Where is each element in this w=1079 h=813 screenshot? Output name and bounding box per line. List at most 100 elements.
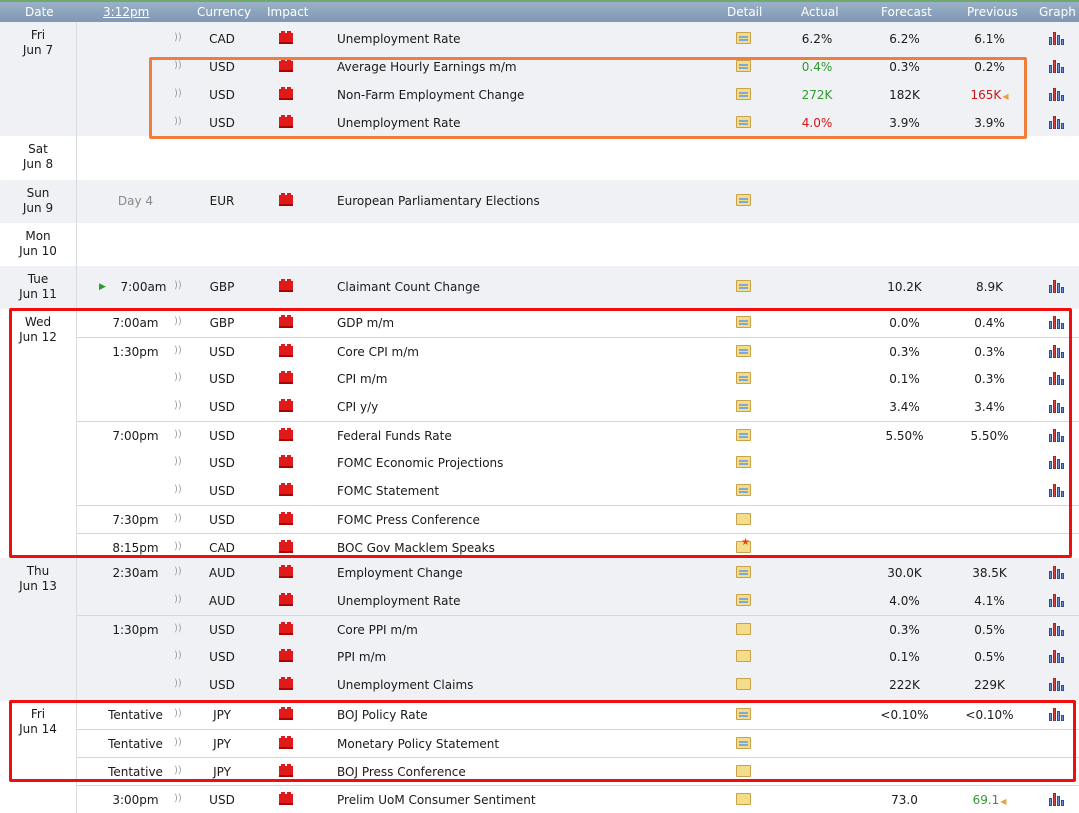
bar-chart-icon[interactable]	[1048, 707, 1064, 721]
speaker-icon[interactable]: ))	[174, 428, 188, 442]
folder-icon[interactable]	[736, 400, 751, 412]
bar-chart-icon[interactable]	[1048, 649, 1064, 663]
bar-chart-icon[interactable]	[1048, 593, 1064, 607]
event-row[interactable]: )) USD CPI y/y 3.4% 3.4%	[77, 393, 1079, 421]
speaker-icon[interactable]: ))	[174, 764, 188, 778]
folder-icon[interactable]	[736, 316, 751, 328]
folder-icon[interactable]	[736, 484, 751, 496]
event-title[interactable]: FOMC Statement	[337, 484, 439, 498]
event-row[interactable]: )) USD Average Hourly Earnings m/m 0.4% 0.3%…	[77, 53, 1079, 81]
bar-chart-icon[interactable]	[1048, 31, 1064, 45]
speaker-icon[interactable]: ))	[174, 677, 188, 691]
folder-star-icon[interactable]	[736, 536, 751, 553]
event-title[interactable]: Average Hourly Earnings m/m	[337, 60, 517, 74]
folder-plain-icon[interactable]	[736, 678, 751, 690]
event-title[interactable]: BOJ Press Conference	[337, 765, 466, 779]
speaker-icon[interactable]: ))	[174, 59, 188, 73]
folder-plain-icon[interactable]	[736, 513, 751, 525]
event-title[interactable]: Employment Change	[337, 566, 463, 580]
event-row[interactable]: 2:30am)) AUD Employment Change 30.0K 38.5K	[77, 559, 1079, 587]
header-current-time[interactable]: 3:12pm	[103, 5, 149, 19]
speaker-icon[interactable]: ))	[174, 399, 188, 413]
event-title[interactable]: CPI m/m	[337, 372, 387, 386]
folder-icon[interactable]	[736, 737, 751, 749]
bar-chart-icon[interactable]	[1048, 428, 1064, 442]
speaker-icon[interactable]: ))	[174, 115, 188, 129]
event-row[interactable]: )) USD Unemployment Rate 4.0% 3.9% 3.9%	[77, 109, 1079, 137]
event-row[interactable]: )) USD FOMC Economic Projections	[77, 449, 1079, 477]
event-title[interactable]: GDP m/m	[337, 316, 394, 330]
speaker-icon[interactable]: ))	[174, 707, 188, 721]
event-title[interactable]: PPI m/m	[337, 650, 386, 664]
bar-chart-icon[interactable]	[1048, 344, 1064, 358]
event-row[interactable]: )) AUD Unemployment Rate 4.0% 4.1%	[77, 587, 1079, 615]
event-title[interactable]: BOJ Policy Rate	[337, 708, 428, 722]
revised-flag-icon[interactable]: ◀	[1002, 92, 1008, 101]
event-row[interactable]: Tentative)) JPY BOJ Press Conference	[77, 757, 1079, 786]
folder-icon[interactable]	[736, 345, 751, 357]
folder-icon[interactable]	[736, 116, 751, 128]
event-title[interactable]: Non-Farm Employment Change	[337, 88, 524, 102]
bar-chart-icon[interactable]	[1048, 677, 1064, 691]
event-row[interactable]: 7:00pm)) USD Federal Funds Rate 5.50% 5.50%	[77, 421, 1079, 450]
speaker-icon[interactable]: ))	[174, 512, 188, 526]
bar-chart-icon[interactable]	[1048, 483, 1064, 497]
event-row[interactable]: )) CAD Unemployment Rate 6.2% 6.2% 6.1%	[77, 25, 1079, 53]
event-row[interactable]: Tentative)) JPY Monetary Policy Statement	[77, 729, 1079, 758]
bar-chart-icon[interactable]	[1048, 115, 1064, 129]
folder-icon[interactable]	[736, 429, 751, 441]
bar-chart-icon[interactable]	[1048, 455, 1064, 469]
folder-plain-icon[interactable]	[736, 765, 751, 777]
speaker-icon[interactable]: ))	[174, 483, 188, 497]
event-title[interactable]: Unemployment Claims	[337, 678, 473, 692]
revised-flag-icon[interactable]: ◀	[1000, 797, 1006, 806]
folder-icon[interactable]	[736, 280, 751, 292]
event-row[interactable]: )) USD Non-Farm Employment Change 272K 182K 1…	[77, 81, 1079, 109]
bar-chart-icon[interactable]	[1048, 622, 1064, 636]
folder-icon[interactable]	[736, 32, 751, 44]
event-row[interactable]: 1:30pm)) USD Core PPI m/m 0.3% 0.5%	[77, 615, 1079, 644]
folder-icon[interactable]	[736, 194, 751, 206]
speaker-icon[interactable]: ))	[174, 315, 188, 329]
folder-icon[interactable]	[736, 566, 751, 578]
event-row[interactable]: 7:00am)) GBP GDP m/m 0.0% 0.4%	[77, 309, 1079, 337]
folder-icon[interactable]	[736, 372, 751, 384]
speaker-icon[interactable]: ))	[174, 736, 188, 750]
event-title[interactable]: FOMC Press Conference	[337, 513, 480, 527]
folder-icon[interactable]	[736, 456, 751, 468]
event-title[interactable]: Monetary Policy Statement	[337, 737, 499, 751]
event-row[interactable]: Day 4 EUR European Parliamentary Elections	[77, 187, 1079, 215]
bar-chart-icon[interactable]	[1048, 279, 1064, 293]
speaker-icon[interactable]: ))	[174, 31, 188, 45]
speaker-icon[interactable]: ))	[174, 565, 188, 579]
event-title[interactable]: Federal Funds Rate	[337, 429, 452, 443]
event-title[interactable]: European Parliamentary Elections	[337, 194, 540, 208]
event-title[interactable]: Prelim UoM Consumer Sentiment	[337, 793, 536, 807]
event-row[interactable]: 7:00am ▶)) GBP Claimant Count Change 10.2K 8.…	[77, 273, 1079, 301]
folder-icon[interactable]	[736, 88, 751, 100]
event-row[interactable]: 3:00pm)) USD Prelim UoM Consumer Sentiment…	[77, 785, 1079, 813]
bar-chart-icon[interactable]	[1048, 565, 1064, 579]
event-row[interactable]: )) USD FOMC Statement	[77, 477, 1079, 505]
event-title[interactable]: Unemployment Rate	[337, 116, 461, 130]
folder-plain-icon[interactable]	[736, 650, 751, 662]
bar-chart-icon[interactable]	[1048, 315, 1064, 329]
folder-plain-icon[interactable]	[736, 623, 751, 635]
event-title[interactable]: BOC Gov Macklem Speaks	[337, 541, 495, 555]
event-title[interactable]: FOMC Economic Projections	[337, 456, 503, 470]
event-row[interactable]: )) USD PPI m/m 0.1% 0.5%	[77, 643, 1079, 671]
bar-chart-icon[interactable]	[1048, 792, 1064, 806]
folder-icon[interactable]	[736, 708, 751, 720]
event-title[interactable]: Unemployment Rate	[337, 32, 461, 46]
speaker-icon[interactable]: ))	[174, 279, 188, 293]
event-row[interactable]: )) USD CPI m/m 0.1% 0.3%	[77, 365, 1079, 393]
event-row[interactable]: 1:30pm)) USD Core CPI m/m 0.3% 0.3%	[77, 337, 1079, 366]
speaker-icon[interactable]: ))	[174, 622, 188, 636]
event-title[interactable]: Unemployment Rate	[337, 594, 461, 608]
event-title[interactable]: CPI y/y	[337, 400, 378, 414]
folder-icon[interactable]	[736, 594, 751, 606]
header-date[interactable]: Date	[25, 5, 54, 19]
speaker-icon[interactable]: ))	[174, 593, 188, 607]
speaker-icon[interactable]: ))	[174, 455, 188, 469]
speaker-icon[interactable]: ))	[174, 87, 188, 101]
